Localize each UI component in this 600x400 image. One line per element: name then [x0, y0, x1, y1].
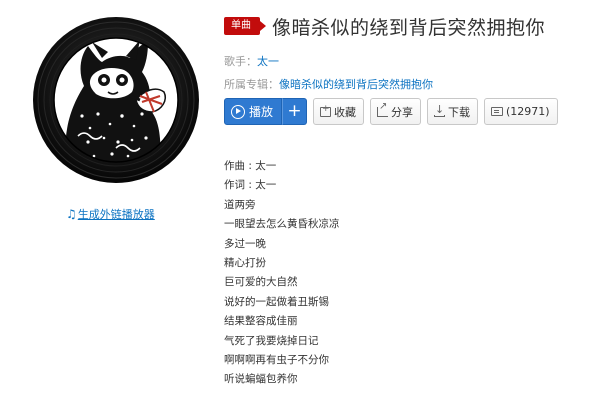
single-badge: 单曲: [224, 17, 266, 35]
lyric-line: 作词 : 太一: [224, 179, 277, 192]
download-icon: [434, 103, 446, 117]
download-label: 下载: [448, 105, 471, 119]
collect-icon: [320, 104, 332, 117]
lyric-line: 听说蝙蝠包养你: [224, 373, 298, 386]
collect-button[interactable]: 收藏: [313, 98, 365, 125]
music-note-icon: ♫: [66, 207, 77, 221]
external-player-link-label: 生成外链播放器: [77, 208, 155, 221]
song-title: 像暗杀似的绕到背后突然拥抱你: [272, 16, 546, 39]
comment-count: (12971): [506, 105, 550, 118]
lyric-line: 精心打扮: [224, 256, 266, 269]
vinyl-record-icon: [33, 17, 199, 183]
lyric-line: 结果整容成佳丽: [224, 315, 298, 328]
share-label: 分享: [391, 105, 414, 119]
comment-button[interactable]: (12971): [484, 98, 558, 125]
share-button[interactable]: 分享: [370, 98, 422, 125]
lyrics: 作曲 : 太一 作词 : 太一 道两旁 一眼望去怎么黄昏秋凉凉 多过一晚 精心打…: [224, 157, 340, 390]
play-label: 播放: [249, 105, 274, 119]
download-button[interactable]: 下载: [427, 98, 479, 125]
lyric-line: 巨可爱的大自然: [224, 276, 298, 289]
lyric-line: 多过一晚: [224, 237, 266, 250]
album-row: 所属专辑：像暗杀似的绕到背后突然拥抱你: [224, 76, 433, 92]
artist-link[interactable]: 太一: [257, 55, 279, 68]
album-label: 所属专辑：: [224, 78, 279, 91]
lyric-line: 一眼望去怎么黄昏秋凉凉: [224, 218, 340, 231]
play-icon: [231, 104, 245, 119]
play-button[interactable]: 播放: [224, 98, 283, 125]
lyric-line: 作曲 : 太一: [224, 160, 277, 172]
artist-row: 歌手：太一: [224, 53, 279, 69]
lyric-line: 啊啊啊再有虫子不分你: [224, 353, 329, 366]
collect-label: 收藏: [334, 105, 357, 119]
comment-icon: [491, 107, 504, 116]
share-icon: [377, 101, 389, 117]
album-link[interactable]: 像暗杀似的绕到背后突然拥抱你: [279, 78, 433, 91]
lyric-line: 道两旁: [224, 198, 256, 211]
generate-external-player-link[interactable]: ♫生成外链播放器: [66, 206, 155, 222]
add-to-playlist-button[interactable]: +: [282, 98, 308, 125]
lyric-line: 说好的一起做着丑斯锡: [224, 295, 329, 308]
title-row: 单曲 像暗杀似的绕到背后突然拥抱你: [224, 12, 545, 40]
lyric-line: 气死了我要烧掉日记: [224, 334, 319, 347]
album-cover[interactable]: [32, 16, 200, 184]
artist-label: 歌手：: [224, 55, 257, 68]
action-toolbar: 播放 + 收藏 分享 下载 (12971): [224, 98, 564, 125]
